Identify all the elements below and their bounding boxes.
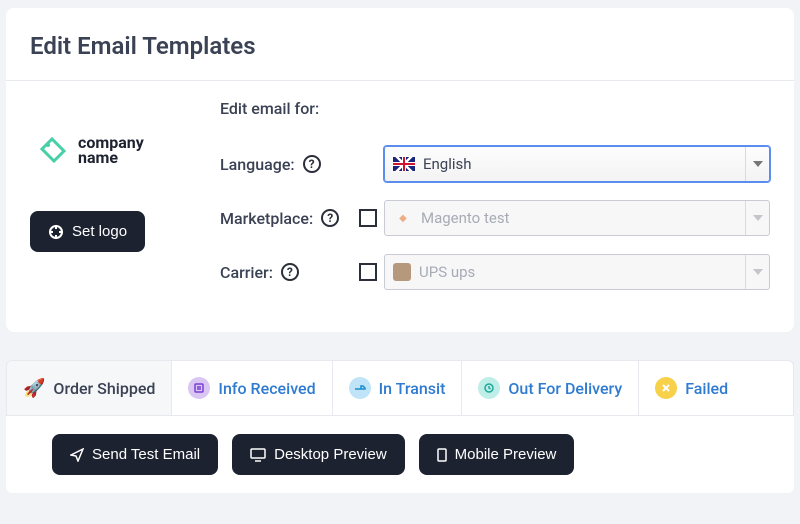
desktop-icon — [250, 448, 266, 462]
language-value: English — [423, 155, 472, 173]
set-logo-button[interactable]: Set logo — [30, 211, 145, 252]
button-label: Send Test Email — [92, 446, 200, 463]
carrier-value: UPS ups — [419, 263, 475, 281]
edit-email-for-label: Edit email for: — [220, 99, 770, 118]
carrier-select[interactable]: UPS ups — [384, 254, 770, 290]
marketplace-label: Marketplace: ? — [220, 209, 352, 228]
tag-icon — [36, 133, 70, 167]
tab-order-shipped[interactable]: 🚀 Order Shipped — [7, 361, 172, 415]
mobile-icon — [437, 448, 447, 462]
template-tabs: 🚀 Order Shipped Info Received In Transit… — [6, 360, 794, 416]
help-icon[interactable]: ? — [321, 209, 339, 227]
language-label: Language: ? — [220, 155, 352, 174]
target-icon — [48, 224, 64, 240]
tab-in-transit[interactable]: In Transit — [333, 361, 463, 415]
tab-label: Failed — [685, 379, 728, 398]
button-label: Mobile Preview — [455, 446, 557, 463]
edit-templates-card: Edit Email Templates company name — [6, 8, 794, 332]
failed-icon — [655, 377, 677, 399]
button-label: Desktop Preview — [274, 446, 387, 463]
ups-icon — [393, 263, 411, 281]
tab-failed[interactable]: Failed — [639, 361, 744, 415]
tab-label: Out For Delivery — [508, 379, 622, 398]
marketplace-select[interactable]: ◆ Magento test — [384, 200, 770, 236]
help-icon[interactable]: ? — [303, 155, 321, 173]
chevron-down-icon — [745, 201, 769, 235]
paper-plane-icon — [70, 448, 84, 462]
tabs-section: 🚀 Order Shipped Info Received In Transit… — [6, 360, 794, 493]
language-row: Language: ? English — [220, 146, 770, 182]
marketplace-row: Marketplace: ? ◆ Magento test — [220, 200, 770, 236]
page-title: Edit Email Templates — [6, 8, 794, 80]
tab-info-received[interactable]: Info Received — [172, 361, 332, 415]
carrier-row: Carrier: ? UPS ups — [220, 254, 770, 290]
chevron-down-icon — [745, 147, 769, 181]
tab-out-for-delivery[interactable]: Out For Delivery — [462, 361, 639, 415]
company-logo: company name — [36, 133, 144, 167]
tab-label: Order Shipped — [53, 379, 155, 398]
mobile-preview-button[interactable]: Mobile Preview — [419, 434, 575, 475]
content-area: company name Set logo Edit email for: La… — [6, 81, 794, 308]
rocket-icon: 🚀 — [23, 378, 45, 399]
send-test-email-button[interactable]: Send Test Email — [52, 434, 218, 475]
magento-icon: ◆ — [393, 210, 413, 226]
desktop-preview-button[interactable]: Desktop Preview — [232, 434, 405, 475]
form-column: Edit email for: Language: ? English Mark… — [220, 99, 770, 308]
set-logo-label: Set logo — [72, 223, 127, 240]
chevron-down-icon — [745, 255, 769, 289]
carrier-label: Carrier: ? — [220, 263, 352, 282]
language-select[interactable]: English — [384, 146, 770, 182]
logo-line-2: name — [78, 150, 144, 165]
logo-text: company name — [78, 135, 144, 165]
tab-label: In Transit — [379, 379, 446, 398]
marketplace-value: Magento test — [421, 209, 509, 227]
out-for-delivery-icon — [478, 377, 500, 399]
marketplace-checkbox[interactable] — [359, 209, 377, 227]
help-icon[interactable]: ? — [281, 263, 299, 281]
action-bar: Send Test Email Desktop Preview Mobile P… — [6, 416, 794, 493]
tab-label: Info Received — [218, 379, 315, 398]
info-received-icon — [188, 377, 210, 399]
logo-column: company name Set logo — [30, 99, 220, 308]
carrier-checkbox[interactable] — [359, 263, 377, 281]
uk-flag-icon — [393, 157, 415, 171]
in-transit-icon — [349, 377, 371, 399]
